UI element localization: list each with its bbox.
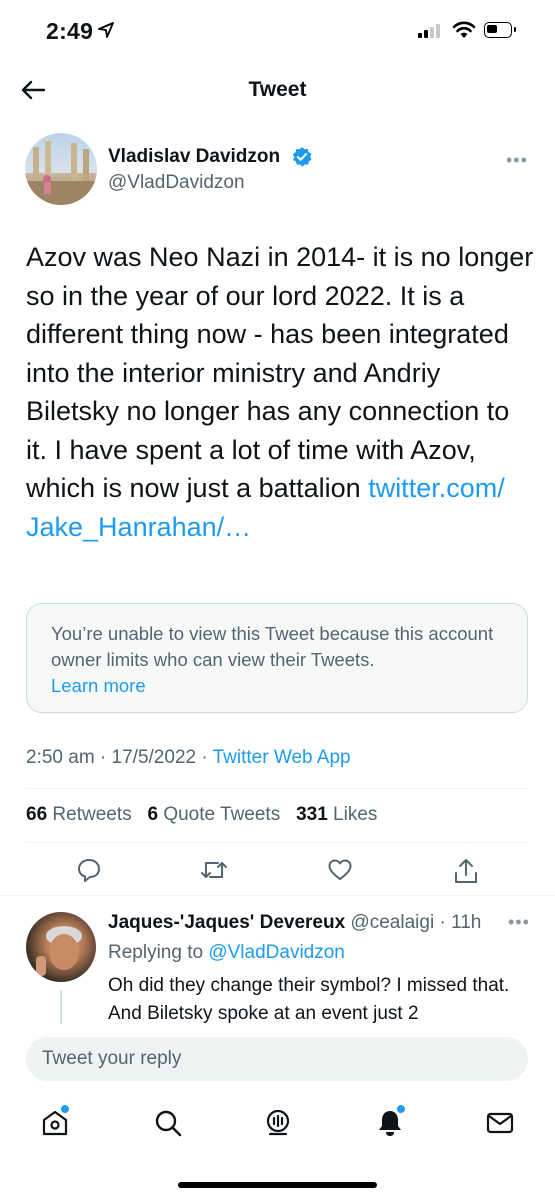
reply-text: Oh did they change their symbol? I misse…	[108, 975, 510, 1024]
thread-line	[60, 990, 62, 1024]
author-avatar[interactable]	[25, 133, 97, 205]
like-heart-icon[interactable]	[327, 857, 353, 883]
tweet-stats: 66 Retweets 6 Quote Tweets 331 Likes	[26, 804, 377, 826]
author-name[interactable]: Vladislav Davidzon	[108, 146, 280, 168]
tweet-text: Azov was Neo Nazi in 2014- it is no long…	[26, 238, 536, 546]
replying-to: Replying to @VladDavidzon	[108, 942, 345, 963]
reply-age: 11h	[451, 912, 482, 933]
tweet-date: 17/5/2022	[111, 747, 197, 768]
location-arrow-icon	[98, 22, 114, 38]
cellular-signal-icon	[418, 24, 440, 38]
share-icon[interactable]	[453, 857, 479, 885]
page-title: Tweet	[248, 78, 307, 101]
reply-avatar-photo-image	[36, 926, 82, 976]
quoted-tweet-unavailable: You’re unable to view this Tweet because…	[26, 603, 528, 713]
status-time: 2:49	[46, 18, 94, 44]
reply-author-name[interactable]: Jaques-'Jaques' Devereux	[108, 912, 345, 933]
quote-notice-text: You’re unable to view this Tweet because…	[51, 623, 494, 670]
more-options-icon[interactable]: •••	[506, 150, 528, 171]
home-indicator[interactable]	[178, 1182, 377, 1188]
tweet-source-link[interactable]: Twitter Web App	[213, 747, 351, 768]
replying-to-link[interactable]: @VladDavidzon	[208, 942, 345, 963]
tweet-time: 2:50 am	[26, 747, 95, 768]
avatar-photo-image	[25, 141, 97, 205]
retweets-stat[interactable]: 66 Retweets	[26, 804, 132, 825]
home-notification-dot	[60, 1104, 70, 1114]
wifi-icon	[452, 21, 476, 38]
notifications-dot	[396, 1104, 406, 1114]
back-arrow-icon[interactable]	[20, 78, 46, 102]
reply-author-avatar[interactable]	[26, 912, 96, 982]
divider	[26, 788, 529, 789]
learn-more-link[interactable]: Learn more	[51, 673, 503, 699]
likes-stat[interactable]: 331 Likes	[296, 804, 377, 825]
tweet-body-text: Azov was Neo Nazi in 2014- it is no long…	[26, 242, 534, 503]
reply-icon[interactable]	[76, 857, 102, 883]
search-icon[interactable]	[153, 1108, 183, 1138]
battery-icon	[484, 22, 516, 38]
tweet-metadata: 2:50 am · 17/5/2022 · Twitter Web App	[26, 747, 351, 768]
reply-compose-input[interactable]: Tweet your reply	[26, 1037, 528, 1081]
divider	[26, 842, 529, 843]
reply-header: Jaques-'Jaques' Devereux @cealaigi · 11h	[108, 912, 482, 933]
retweet-icon[interactable]	[200, 857, 228, 883]
verified-badge-icon	[292, 147, 312, 167]
reply-more-options-icon[interactable]: •••	[508, 912, 530, 933]
messages-envelope-icon[interactable]	[485, 1108, 515, 1138]
reply-author-handle[interactable]: @cealaigi	[350, 912, 434, 933]
quote-tweets-stat[interactable]: 6 Quote Tweets	[147, 804, 280, 825]
author-handle[interactable]: @VladDavidzon	[108, 172, 245, 194]
divider	[0, 895, 555, 896]
spaces-icon[interactable]	[263, 1108, 293, 1138]
